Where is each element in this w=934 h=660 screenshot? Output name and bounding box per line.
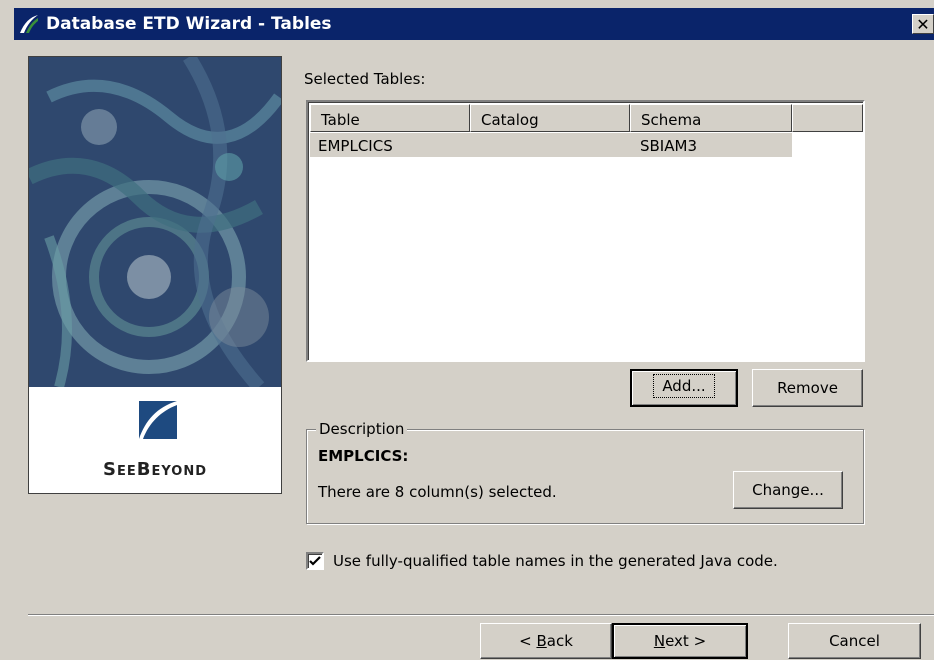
wizard-banner-image: SeeBeyond xyxy=(28,56,282,494)
checkmark-icon xyxy=(309,556,321,566)
description-table-name: EMPLCICS: xyxy=(318,447,409,465)
decorative-artwork xyxy=(29,57,281,387)
footer-separator xyxy=(28,614,934,616)
close-icon: ✕ xyxy=(916,15,930,34)
fully-qualified-checkbox[interactable] xyxy=(306,552,324,570)
next-label-rest: ext > xyxy=(665,632,707,650)
description-text: There are 8 column(s) selected. xyxy=(318,483,557,501)
cancel-button[interactable]: Cancel xyxy=(788,623,921,659)
table-row[interactable]: EMPLCICS SBIAM3 xyxy=(310,133,792,157)
cell-catalog xyxy=(472,133,632,157)
back-button[interactable]: < Back xyxy=(480,623,612,659)
cell-schema: SBIAM3 xyxy=(640,137,697,155)
app-icon xyxy=(18,13,40,40)
back-label-rest: ack xyxy=(546,632,573,650)
add-button[interactable]: Add... xyxy=(630,369,738,407)
close-button[interactable]: ✕ xyxy=(912,14,934,34)
add-button-label: Add... xyxy=(653,374,715,398)
description-group-label: Description xyxy=(316,420,408,438)
next-label-mnemonic: N xyxy=(653,632,666,650)
column-header-table[interactable]: Table xyxy=(310,104,470,132)
back-label-mnemonic: B xyxy=(536,632,547,650)
fully-qualified-label[interactable]: Use fully-qualified table names in the g… xyxy=(333,552,778,570)
seebeyond-logo-icon xyxy=(135,397,179,445)
column-header-schema[interactable]: Schema xyxy=(630,104,792,132)
cell-table: EMPLCICS xyxy=(318,137,393,155)
title-bar: Database ETD Wizard - Tables ✕ xyxy=(14,8,934,40)
selected-tables-label: Selected Tables: xyxy=(304,70,426,88)
table-header: Table Catalog Schema xyxy=(310,104,863,132)
column-header-empty xyxy=(792,104,863,132)
back-label-prefix: < xyxy=(519,632,537,650)
window-title: Database ETD Wizard - Tables xyxy=(46,14,332,34)
change-button[interactable]: Change... xyxy=(733,471,843,509)
remove-button[interactable]: Remove xyxy=(752,369,863,407)
selected-tables-list[interactable]: Table Catalog Schema EMPLCICS SBIAM3 xyxy=(306,100,865,362)
column-header-catalog[interactable]: Catalog xyxy=(470,104,630,132)
seebeyond-logo-text: SeeBeyond xyxy=(103,459,207,480)
next-button[interactable]: Next > xyxy=(612,623,748,659)
